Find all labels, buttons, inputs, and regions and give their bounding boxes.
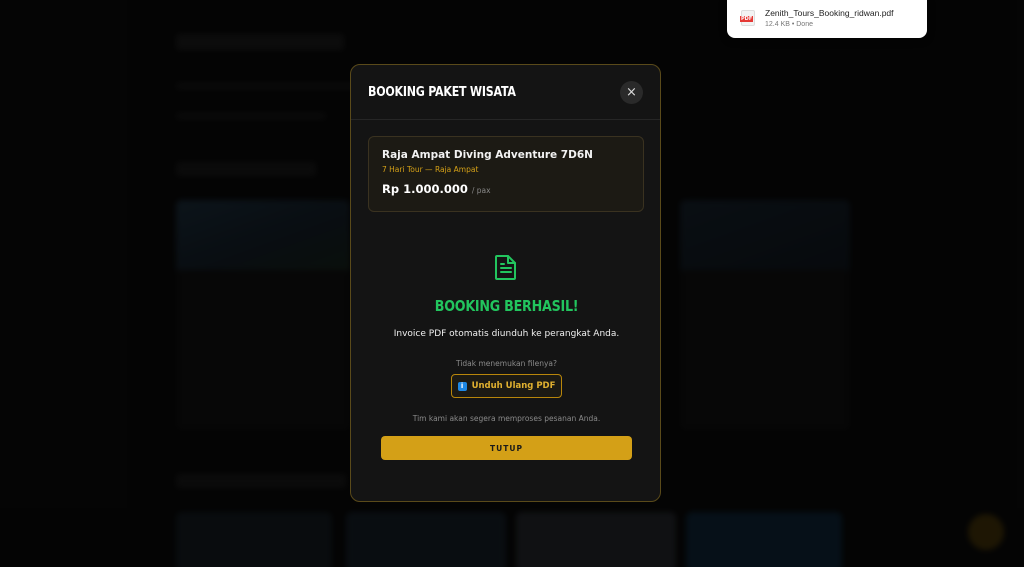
document-icon bbox=[495, 255, 516, 280]
redownload-pdf-label: Unduh Ulang PDF bbox=[471, 381, 556, 391]
package-summary-card: Raja Ampat Diving Adventure 7D6N 7 Hari … bbox=[368, 136, 644, 212]
download-meta: 12.4 KB • Done bbox=[765, 21, 813, 28]
modal-header: BOOKING PAKET WISATA × bbox=[351, 65, 660, 120]
processing-message: Tim kami akan segera memproses pesanan A… bbox=[412, 414, 601, 423]
download-notification[interactable]: Zenith_Tours_Booking_ridwan.pdf 12.4 KB … bbox=[727, 0, 927, 38]
download-file-name[interactable]: Zenith_Tours_Booking_ridwan.pdf bbox=[765, 8, 894, 18]
download-info: Zenith_Tours_Booking_ridwan.pdf 12.4 KB … bbox=[765, 8, 894, 28]
modal-title: BOOKING PAKET WISATA bbox=[368, 84, 516, 100]
close-button[interactable]: TUTUP bbox=[381, 436, 632, 460]
package-price: Rp 1.000.000 bbox=[382, 182, 468, 196]
package-price-row: Rp 1.000.000 / pax bbox=[382, 182, 630, 196]
success-title: BOOKING BERHASIL! bbox=[351, 297, 660, 315]
booking-modal: BOOKING PAKET WISATA × Raja Ampat Diving… bbox=[350, 64, 661, 502]
package-price-unit: / pax bbox=[471, 186, 491, 195]
missing-file-hint: Tidak menemukan filenya? bbox=[455, 359, 557, 368]
info-icon: i bbox=[457, 381, 467, 391]
invoice-message: Invoice PDF otomatis diunduh ke perangka… bbox=[393, 329, 620, 339]
close-icon[interactable]: × bbox=[620, 80, 643, 104]
package-subtitle: 7 Hari Tour — Raja Ampat bbox=[382, 165, 479, 174]
pdf-file-icon bbox=[740, 10, 755, 26]
success-title-text: BOOKING BERHASIL! bbox=[434, 297, 579, 315]
redownload-pdf-button[interactable]: i Unduh Ulang PDF bbox=[451, 374, 562, 398]
package-name: Raja Ampat Diving Adventure 7D6N bbox=[382, 149, 593, 161]
